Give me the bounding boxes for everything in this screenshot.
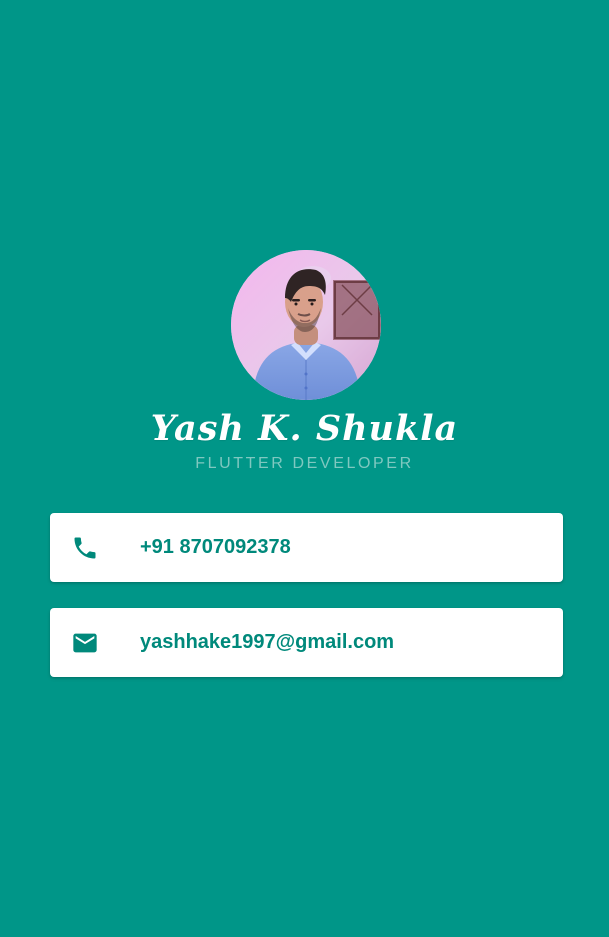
phone-icon [71,534,99,562]
phone-number: +91 8707092378 [140,536,291,558]
phone-card[interactable]: +91 8707092378 [50,513,563,582]
profile-title: FLUTTER DEVELOPER [195,455,414,472]
profile-name: Yash K. Shukla [150,408,459,449]
profile-photo [231,250,381,400]
email-address: yashhake1997@gmail.com [140,631,395,653]
mail-icon [71,629,99,657]
profile-avatar [231,250,381,400]
email-card[interactable]: yashhake1997@gmail.com [50,608,563,677]
